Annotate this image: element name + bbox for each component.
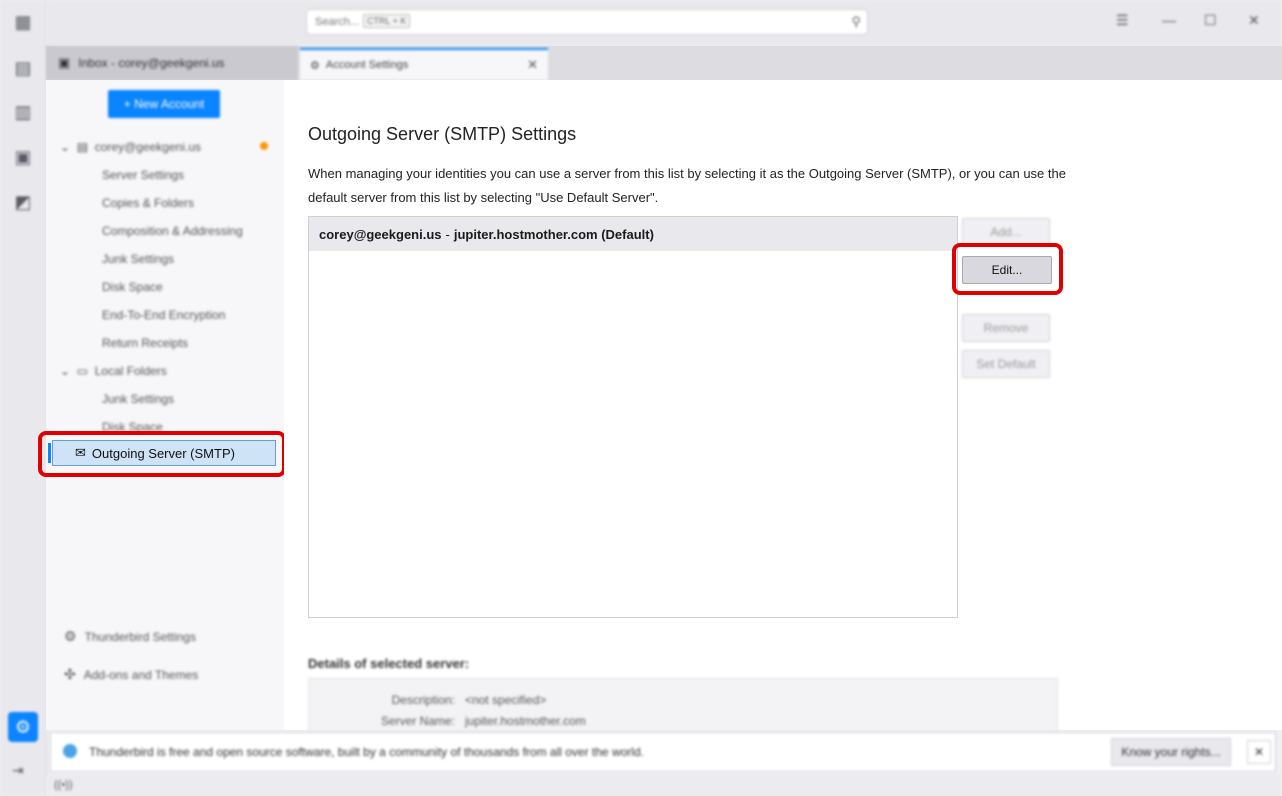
smtp-server-list[interactable]: corey@geekgeni.us - jupiter.hostmother.c… xyxy=(308,216,958,618)
server-host: jupiter.hostmother.com (Default) xyxy=(453,226,654,242)
page-description: When managing your identities you can us… xyxy=(308,166,1066,205)
know-your-rights-button[interactable]: Know your rights... xyxy=(1111,738,1231,766)
account-local-label: Local Folders xyxy=(94,364,167,378)
search-shortcut: CTRL + K xyxy=(363,14,411,28)
mail-icon[interactable]: ▦ xyxy=(11,10,35,34)
status-bar: ((•)) xyxy=(46,774,1282,796)
info-icon xyxy=(63,744,77,758)
connection-status-icon: ((•)) xyxy=(54,779,73,791)
tree-item-junk-settings[interactable]: Junk Settings xyxy=(102,252,174,266)
title-bar: Search... CTRL + K ⚲ ☰ — ☐ ✕ xyxy=(46,0,1282,46)
maximize-icon[interactable]: ☐ xyxy=(1204,12,1217,29)
status-dot xyxy=(260,142,268,150)
account-local-folders[interactable]: ⌄ ▭ Local Folders xyxy=(60,364,167,378)
expand-icon[interactable]: ⌄ xyxy=(60,140,70,154)
tree-item-e2e-encryption[interactable]: End-To-End Encryption xyxy=(102,308,225,322)
tab-account-settings-label: Account Settings xyxy=(325,59,409,71)
folder-icon: ▭ xyxy=(76,364,89,378)
server-account: corey@geekgeni.us xyxy=(319,226,442,242)
details-box: Description: <not specified> Server Name… xyxy=(308,678,1058,732)
gear-icon: ⚙ xyxy=(64,628,77,644)
search-icon[interactable]: ⚲ xyxy=(851,14,861,30)
account-icon: ▤ xyxy=(76,140,89,154)
details-heading: Details of selected server: xyxy=(308,656,470,671)
tree-item-local-junk-settings[interactable]: Junk Settings xyxy=(102,392,174,406)
tab-strip: ▣ Inbox - corey@geekgeni.us ⚙ Account Se… xyxy=(46,46,1282,80)
close-tab-icon[interactable]: ✕ xyxy=(527,57,538,73)
details-label: Description: xyxy=(391,693,455,707)
notification-message: Thunderbird is free and open source soft… xyxy=(89,745,644,759)
search-box[interactable]: Search... CTRL + K ⚲ xyxy=(306,9,868,35)
notification-bar: Thunderbird is free and open source soft… xyxy=(50,732,1276,772)
inbox-icon: ▣ xyxy=(58,55,71,70)
account-corey[interactable]: ⌄ ▤ corey@geekgeni.us xyxy=(60,140,201,154)
tree-item-copies-folders[interactable]: Copies & Folders xyxy=(102,196,194,210)
search-placeholder: Search... xyxy=(315,16,360,28)
main-panel: Outgoing Server (SMTP) Settings When man… xyxy=(284,80,1282,732)
close-window-icon[interactable]: ✕ xyxy=(1248,12,1260,29)
app-menu-icon[interactable]: ☰ xyxy=(1116,12,1129,29)
tab-inbox[interactable]: ▣ Inbox - corey@geekgeni.us xyxy=(46,46,298,80)
minimize-icon[interactable]: — xyxy=(1162,12,1176,28)
addons-label: Add-ons and Themes xyxy=(83,667,199,682)
details-value: jupiter.hostmother.com xyxy=(465,714,586,728)
tasks-icon[interactable]: ▣ xyxy=(11,145,35,169)
highlight-edit-button xyxy=(952,243,1063,295)
thunderbird-settings-label: Thunderbird Settings xyxy=(84,629,196,644)
new-account-button[interactable]: + New Account xyxy=(108,90,220,118)
puzzle-icon: ✣ xyxy=(64,666,76,682)
tree-item-composition[interactable]: Composition & Addressing xyxy=(102,224,243,238)
remove-server-button[interactable]: Remove xyxy=(962,314,1050,342)
addons-link[interactable]: ✣ Add-ons and Themes xyxy=(64,666,198,683)
tree-item-server-settings[interactable]: Server Settings xyxy=(102,168,184,182)
account-corey-label: corey@geekgeni.us xyxy=(94,140,201,154)
server-list-row[interactable]: corey@geekgeni.us - jupiter.hostmother.c… xyxy=(309,217,957,251)
calendar-icon[interactable]: ▥ xyxy=(11,100,35,124)
chat-icon[interactable]: ◩ xyxy=(11,190,35,214)
gear-icon: ⚙ xyxy=(310,59,320,72)
tab-account-settings[interactable]: ⚙ Account Settings ✕ xyxy=(300,48,548,80)
collapse-spaces-icon[interactable]: ⇥ xyxy=(12,762,24,779)
set-default-button[interactable]: Set Default xyxy=(962,350,1050,378)
highlight-outgoing-server xyxy=(38,431,286,477)
tree-item-return-receipts[interactable]: Return Receipts xyxy=(102,336,188,350)
address-book-icon[interactable]: ▤ xyxy=(11,56,35,80)
expand-icon[interactable]: ⌄ xyxy=(60,364,70,378)
thunderbird-settings-link[interactable]: ⚙ Thunderbird Settings xyxy=(64,628,196,645)
spaces-toolbar: ▦ ▤ ▥ ▣ ◩ ⚙ ⇥ xyxy=(0,0,47,796)
details-label: Server Name: xyxy=(380,714,455,728)
tab-inbox-label: Inbox - corey@geekgeni.us xyxy=(78,56,225,70)
add-server-button[interactable]: Add... xyxy=(962,218,1050,246)
tree-item-disk-space[interactable]: Disk Space xyxy=(102,280,163,294)
settings-gear-icon[interactable]: ⚙ xyxy=(8,712,38,742)
account-tree: + New Account ⌄ ▤ corey@geekgeni.us Serv… xyxy=(46,80,284,730)
page-title: Outgoing Server (SMTP) Settings xyxy=(308,124,577,144)
details-value: <not specified> xyxy=(465,693,547,707)
server-separator: - xyxy=(445,226,450,242)
close-notification-icon[interactable]: ✕ xyxy=(1247,740,1271,764)
